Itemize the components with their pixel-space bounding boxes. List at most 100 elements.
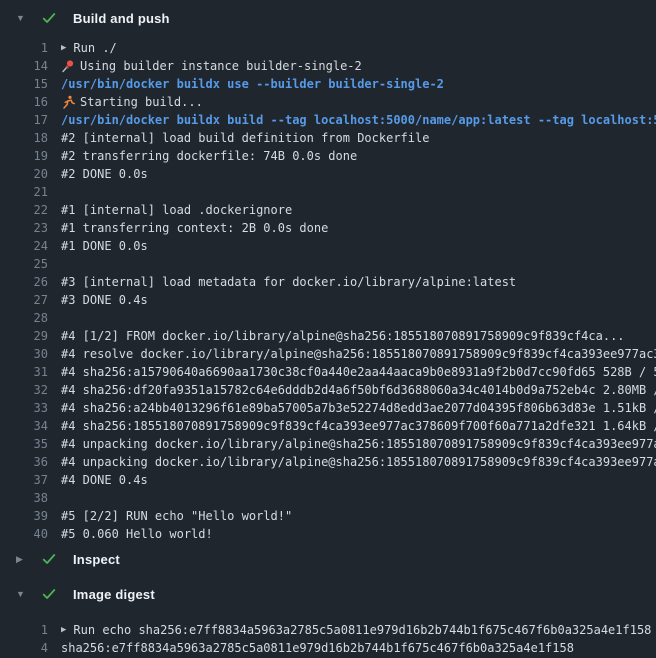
log-line-content: #4 sha256:a24bb4013296f61e89ba57005a7b3e… (61, 399, 656, 417)
line-number[interactable]: 26 (0, 273, 48, 291)
log-text: #5 0.060 Hello world! (61, 525, 213, 543)
line-number[interactable]: 1 (0, 621, 48, 639)
log-line-content: #4 unpacking docker.io/library/alpine@sh… (61, 435, 656, 453)
log-line-content: #4 DONE 0.4s (61, 471, 148, 489)
line-number[interactable]: 32 (0, 381, 48, 399)
log-text: Using builder instance builder-single-2 (80, 57, 362, 75)
log-text: #4 [1/2] FROM docker.io/library/alpine@s… (61, 327, 625, 345)
group-expand-icon[interactable]: ▶ (61, 621, 66, 639)
log-line: 24#1 DONE 0.0s (0, 237, 656, 255)
log-line-content: #4 sha256:a15790640a6690aa1730c38cf0a440… (61, 363, 656, 381)
log-line-content: #4 unpacking docker.io/library/alpine@sh… (61, 453, 656, 471)
success-check-icon (41, 551, 57, 567)
success-check-icon (41, 586, 57, 602)
log-text: #1 transferring context: 2B 0.0s done (61, 219, 328, 237)
log-line: 30 #4 resolve docker.io/library/alpine@sh… (0, 345, 656, 363)
log-line: 36 #4 unpacking docker.io/library/alpine@… (0, 453, 656, 471)
section-header-build-and-push[interactable]: ▼ Build and push (0, 0, 656, 36)
line-number[interactable]: 4 (0, 639, 48, 657)
log-line: 32 #4 sha256:df20fa9351a15782c64e6dddb2d4… (0, 381, 656, 399)
line-number[interactable]: 37 (0, 471, 48, 489)
chevron-down-icon[interactable]: ▼ (16, 14, 29, 23)
log-line-content: #2 DONE 0.0s (61, 165, 148, 183)
log-text: #4 unpacking docker.io/library/alpine@sh… (61, 435, 656, 453)
line-number[interactable]: 35 (0, 435, 48, 453)
line-number[interactable]: 20 (0, 165, 48, 183)
line-number[interactable]: 24 (0, 237, 48, 255)
log-line: 39 #5 [2/2] RUN echo "Hello world!" (0, 507, 656, 525)
line-number[interactable]: 39 (0, 507, 48, 525)
log-text: #4 sha256:a15790640a6690aa1730c38cf0a440… (61, 363, 656, 381)
line-number[interactable]: 22 (0, 201, 48, 219)
log-text: #5 [2/2] RUN echo "Hello world!" (61, 507, 292, 525)
line-number[interactable]: 14 (0, 57, 48, 75)
log-text: /usr/bin/docker buildx build --tag local… (61, 111, 656, 129)
log-line-content: #4 sha256:185518070891758909c9f839cf4ca3… (61, 417, 656, 435)
line-number[interactable]: 16 (0, 93, 48, 111)
line-number[interactable]: 38 (0, 489, 48, 507)
log-line: 19#2 transferring dockerfile: 74B 0.0s d… (0, 147, 656, 165)
log-line: 25 (0, 255, 656, 273)
log-line: 21 (0, 183, 656, 201)
group-expand-icon[interactable]: ▶ (61, 39, 66, 57)
log-line-content: Using builder instance builder-single-2 (61, 57, 362, 75)
log-line: 27 #3 DONE 0.4s (0, 291, 656, 309)
section-header-image-digest[interactable]: ▼ Image digest (0, 579, 656, 609)
line-number[interactable]: 17 (0, 111, 48, 129)
log-line-content: #4 [1/2] FROM docker.io/library/alpine@s… (61, 327, 625, 345)
line-number[interactable]: 19 (0, 147, 48, 165)
line-number[interactable]: 25 (0, 255, 48, 273)
log-line-content: sha256:e7ff8834a5963a2785c5a0811e979d16b… (61, 639, 574, 657)
log-line: 38 (0, 489, 656, 507)
log-line-content: #2 [internal] load build definition from… (61, 129, 429, 147)
line-number[interactable]: 1 (0, 39, 48, 57)
log-line: 33 #4 sha256:a24bb4013296f61e89ba57005a7b… (0, 399, 656, 417)
chevron-down-icon[interactable]: ▼ (16, 590, 29, 599)
workflow-log-viewer: ▼Build and push1▶Run ./14Using builder i… (0, 0, 656, 658)
log-text: #3 [internal] load metadata for docker.i… (61, 273, 516, 291)
log-text: #4 DONE 0.4s (61, 471, 148, 489)
section-header-inspect[interactable]: ▶Inspect (0, 543, 656, 575)
log-lines-image-digest: 1 ▶Run echo sha256:e7ff8834a5963a2785c5a0… (0, 609, 656, 657)
log-line: 31 #4 sha256:a15790640a6690aa1730c38cf0a4… (0, 363, 656, 381)
log-line-content: ▶Run echo sha256:e7ff8834a5963a2785c5a08… (61, 621, 651, 639)
log-line: 22 #1 [internal] load .dockerignore (0, 201, 656, 219)
log-text: /usr/bin/docker buildx use --builder bui… (61, 75, 444, 93)
line-number[interactable]: 29 (0, 327, 48, 345)
log-line: 4 sha256:e7ff8834a5963a2785c5a0811e979d16… (0, 639, 656, 657)
log-text: #4 sha256:a24bb4013296f61e89ba57005a7b3e… (61, 399, 656, 417)
line-number[interactable]: 30 (0, 345, 48, 363)
log-line-content: #4 sha256:df20fa9351a15782c64e6dddb2d4a6… (61, 381, 656, 399)
section-title: Build and push (73, 11, 170, 26)
section-title: Image digest (73, 587, 155, 602)
line-number[interactable]: 15 (0, 75, 48, 93)
line-number[interactable]: 23 (0, 219, 48, 237)
log-line: 28 (0, 309, 656, 327)
log-line-content: #3 DONE 0.4s (61, 291, 148, 309)
log-line: 20 #2 DONE 0.0s (0, 165, 656, 183)
log-text: #2 DONE 0.0s (61, 165, 148, 183)
chevron-right-icon[interactable]: ▶ (16, 555, 29, 564)
line-number[interactable]: 36 (0, 453, 48, 471)
log-text: sha256:e7ff8834a5963a2785c5a0811e979d16b… (61, 639, 574, 657)
line-number[interactable]: 34 (0, 417, 48, 435)
line-number[interactable]: 27 (0, 291, 48, 309)
log-line-content: Starting build... (61, 93, 203, 111)
log-line-content: #3 [internal] load metadata for docker.i… (61, 273, 516, 291)
log-line-content: #1 transferring context: 2B 0.0s done (61, 219, 328, 237)
log-text: #4 resolve docker.io/library/alpine@sha2… (61, 345, 656, 363)
log-line-content: ▶Run ./ (61, 39, 117, 57)
log-line: 40 #5 0.060 Hello world! (0, 525, 656, 543)
line-number[interactable]: 28 (0, 309, 48, 327)
line-number[interactable]: 21 (0, 183, 48, 201)
line-number[interactable]: 40 (0, 525, 48, 543)
line-number[interactable]: 18 (0, 129, 48, 147)
log-line-content: /usr/bin/docker buildx build --tag local… (61, 111, 656, 129)
log-line: 14 Using builder instance builder-single-… (0, 57, 656, 75)
log-line: 1 ▶Run echo sha256:e7ff8834a5963a2785c5a0… (0, 621, 656, 639)
line-number[interactable]: 33 (0, 399, 48, 417)
line-number[interactable]: 31 (0, 363, 48, 381)
log-line-content: #1 [internal] load .dockerignore (61, 201, 292, 219)
success-check-icon (41, 10, 57, 26)
log-text: #1 [internal] load .dockerignore (61, 201, 292, 219)
